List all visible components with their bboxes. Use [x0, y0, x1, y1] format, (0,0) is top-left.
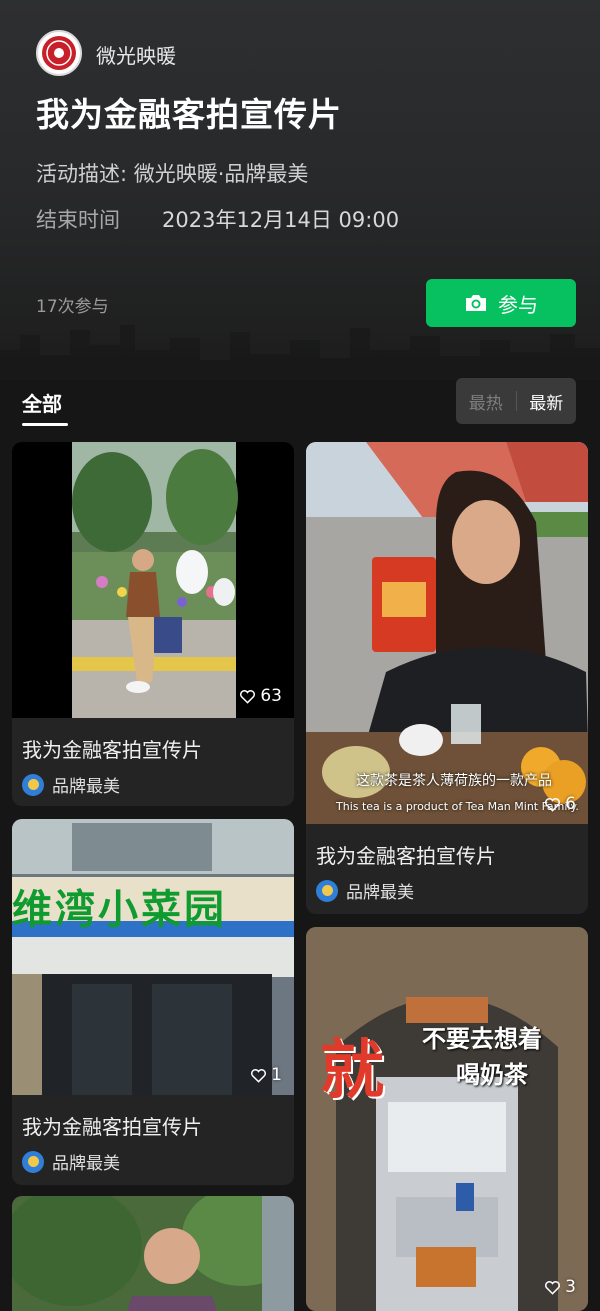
like-count-value: 1: [271, 1065, 282, 1085]
tab-active-indicator: [22, 423, 68, 426]
garden-photo: [72, 442, 238, 718]
post-title: 我为金融客拍宣传片: [22, 738, 202, 762]
post-card[interactable]: 63 我为金融客拍宣传片 品牌最美: [12, 442, 294, 806]
org-avatar[interactable]: [36, 30, 82, 76]
brand-logo-icon: [22, 1150, 44, 1173]
post-thumbnail: [12, 1196, 294, 1311]
post-title: 我为金融客拍宣传片: [316, 844, 496, 868]
participation-count: 17次参与: [36, 297, 109, 317]
like-count: 3: [544, 1277, 576, 1297]
join-button-label: 参与: [498, 292, 538, 317]
sort-hot-button[interactable]: 最热: [456, 389, 516, 414]
end-time-label: 结束时间: [36, 208, 120, 232]
sort-new-button[interactable]: 最新: [517, 389, 577, 414]
post-title: 我为金融客拍宣传片: [22, 1115, 202, 1139]
post-brand: 品牌最美: [22, 1149, 120, 1174]
join-button[interactable]: 参与: [426, 279, 576, 327]
brand-logo-icon: [22, 773, 44, 796]
activity-header: 微光映暖 我为金融客拍宣传片 活动描述: 微光映暖·品牌最美 结束时间 2023…: [0, 0, 600, 380]
post-brand: 品牌最美: [316, 878, 414, 903]
person-photo: [12, 1196, 294, 1311]
post-card[interactable]: 维湾小菜园 1 我为金融客拍宣传片 品牌最美: [12, 819, 294, 1185]
like-count-value: 3: [565, 1277, 576, 1297]
activity-title: 我为金融客拍宣传片: [36, 95, 342, 134]
tab-all[interactable]: 全部: [22, 388, 62, 417]
overlay-big-char: 就: [320, 1034, 384, 1108]
heart-outline-icon: [240, 689, 256, 704]
overlay-line-2: 喝奶茶: [456, 1061, 528, 1089]
end-time-value: 2023年12月14日 09:00: [162, 208, 400, 232]
post-brand-name: 品牌最美: [52, 1154, 120, 1174]
video-caption-en: This tea is a product of Tea Man Mint Fa…: [336, 800, 579, 813]
store-sign-text: 维湾小菜园: [12, 887, 227, 933]
org-name[interactable]: 微光映暖: [96, 40, 176, 69]
post-thumbnail: 这款茶是茶人薄荷族的一款产品 This tea is a product of …: [306, 442, 588, 824]
like-count: 6: [544, 794, 576, 814]
video-caption-cn: 这款茶是茶人薄荷族的一款产品: [356, 773, 552, 789]
activity-description: 活动描述: 微光映暖·品牌最美: [36, 162, 309, 186]
like-count: 63: [239, 686, 282, 706]
sort-toggle: 最热 最新: [456, 378, 576, 424]
post-thumbnail: 就 不要去想着 喝奶茶: [306, 927, 588, 1311]
post-thumbnail: [12, 442, 294, 718]
post-card[interactable]: 这款茶是茶人薄荷族的一款产品 This tea is a product of …: [306, 442, 588, 914]
camera-icon: [466, 295, 486, 311]
seal-logo-icon: [42, 36, 76, 70]
overlay-line-1: 不要去想着: [422, 1025, 542, 1053]
like-count-value: 63: [260, 686, 282, 706]
heart-outline-icon: [251, 1068, 267, 1083]
like-count-value: 6: [565, 794, 576, 814]
heart-outline-icon: [545, 1280, 561, 1295]
post-brand-name: 品牌最美: [52, 777, 120, 797]
tea-presenter-photo: [306, 442, 588, 824]
post-card[interactable]: 就 不要去想着 喝奶茶 3: [306, 927, 588, 1311]
post-brand-name: 品牌最美: [346, 883, 414, 903]
post-brand: 品牌最美: [22, 772, 120, 797]
storefront-photo: [12, 819, 294, 1095]
post-thumbnail: 维湾小菜园: [12, 819, 294, 1095]
like-count: 1: [250, 1065, 282, 1085]
heart-outline-icon: [545, 797, 561, 812]
brand-logo-icon: [316, 879, 338, 902]
post-card[interactable]: [12, 1196, 294, 1311]
shop-interior-photo: [306, 927, 588, 1311]
